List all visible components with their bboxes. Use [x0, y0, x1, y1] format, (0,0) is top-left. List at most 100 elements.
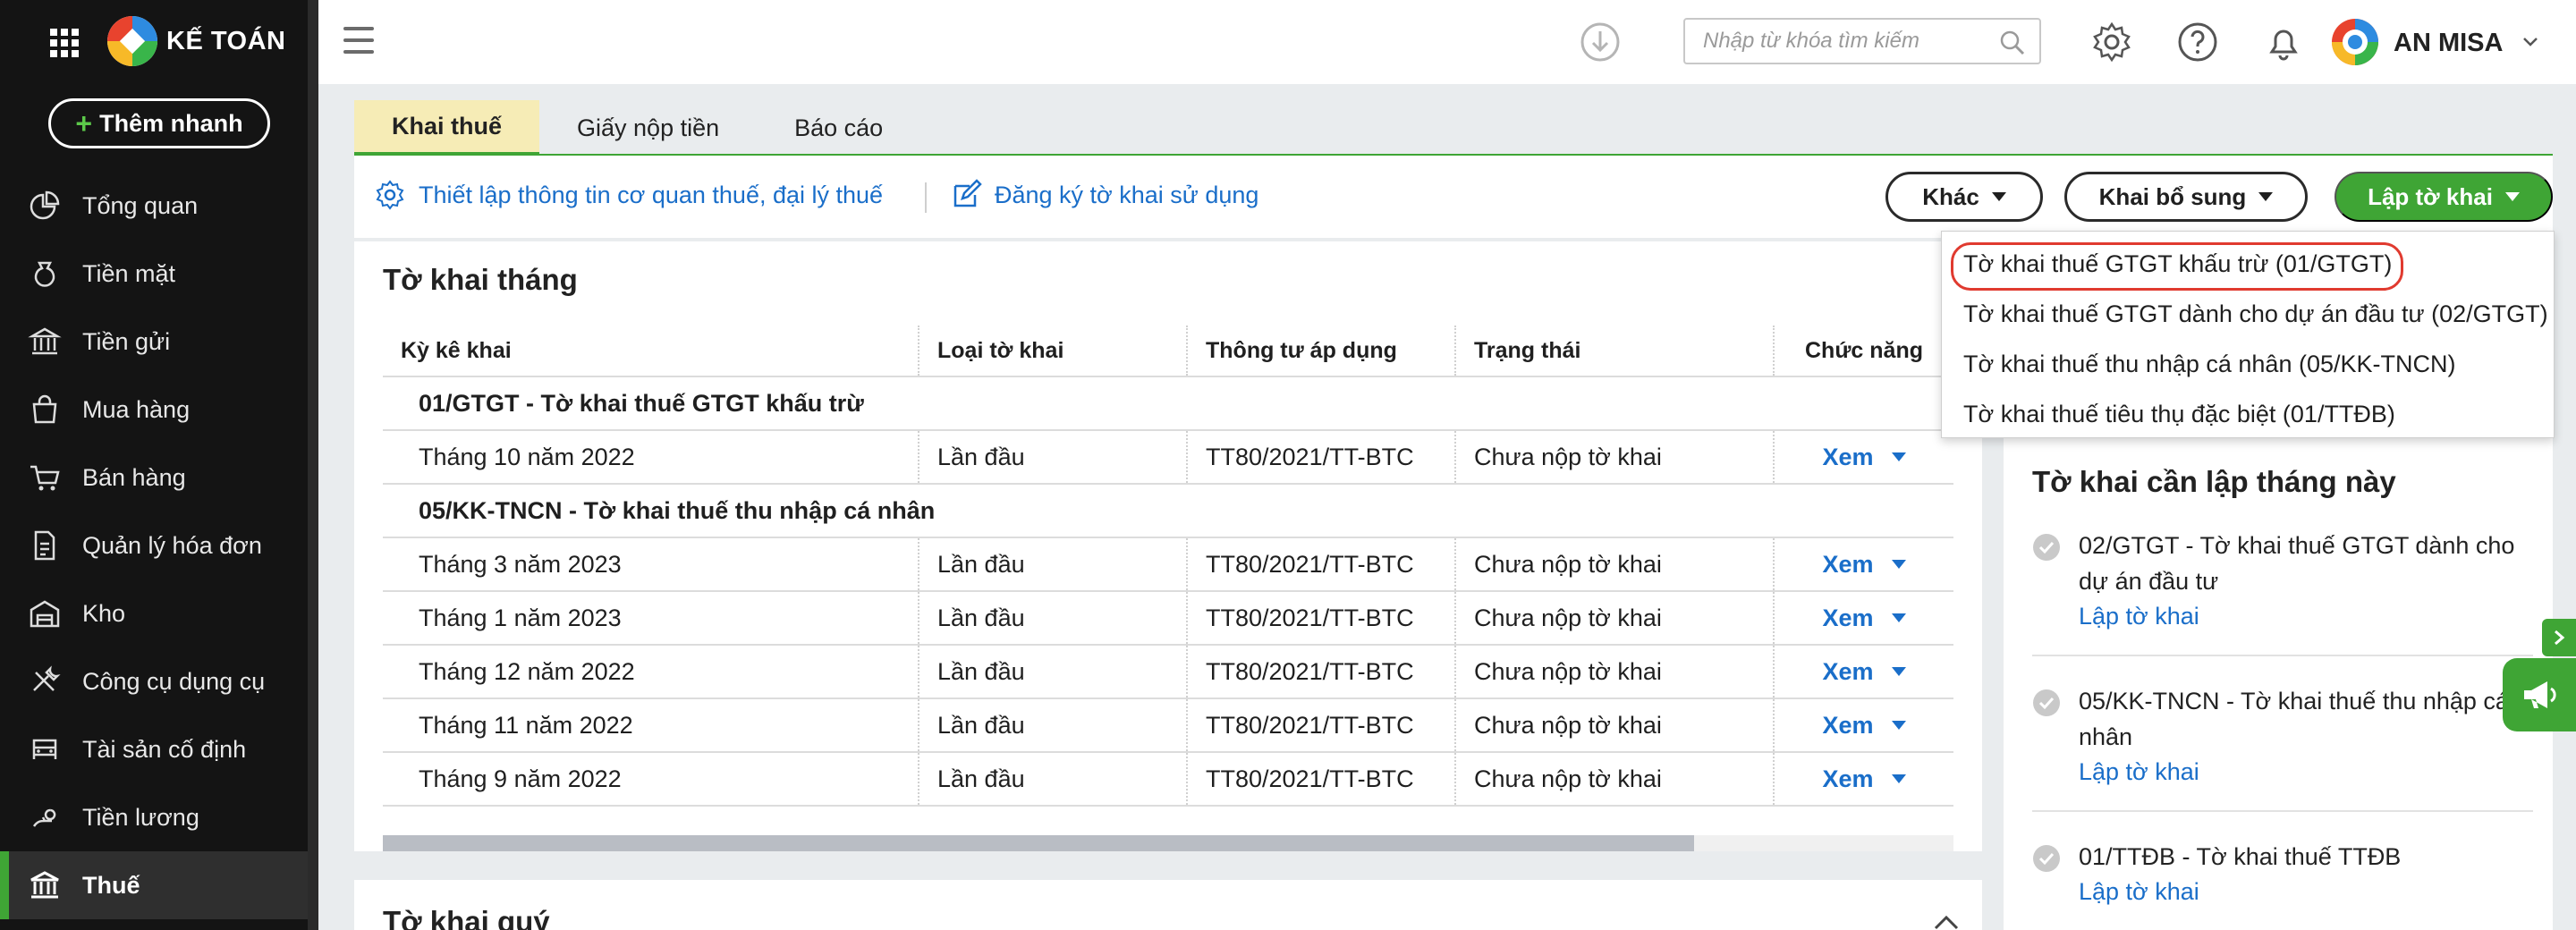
check-circle-icon: [2033, 845, 2060, 872]
period-cell: Tháng 3 năm 2023: [383, 538, 919, 590]
sidebar-item-mua-hang[interactable]: Mua hàng: [0, 376, 308, 444]
sidebar-item-label: Công cụ dụng cụ: [82, 667, 266, 695]
user-name[interactable]: AN MISA: [2394, 29, 2503, 58]
sidebar-item-kho[interactable]: Kho: [0, 579, 308, 647]
todo-item-text: 01/TTĐB - Tờ khai thuế TTĐB: [2079, 843, 2402, 870]
caret-down-icon: [1991, 192, 2006, 201]
car-icon: [32, 739, 57, 759]
type-cell: Lần đầu: [919, 699, 1188, 751]
action-bar: Thiết lập thông tin cơ quan thuế, đại lý…: [354, 156, 2553, 238]
search-input[interactable]: [1685, 20, 1989, 63]
view-action-button[interactable]: Xem: [1822, 551, 1906, 579]
panel-title: Tờ khai quý: [383, 905, 550, 930]
help-icon[interactable]: [2175, 20, 2220, 64]
table-row[interactable]: Tháng 10 năm 2022 Lần đầu TT80/2021/TT-B…: [383, 431, 1953, 485]
caret-down-icon[interactable]: [1891, 452, 1906, 461]
menu-icon[interactable]: [343, 27, 374, 54]
column-header[interactable]: Trạng thái: [1456, 326, 1775, 376]
table-row[interactable]: Tháng 11 năm 2022 Lần đầu TT80/2021/TT-B…: [383, 699, 1953, 753]
quick-add-button[interactable]: + Thêm nhanh: [48, 98, 270, 148]
sidebar-item-cong-cu-dung-cu[interactable]: Công cụ dụng cụ: [0, 647, 308, 715]
period-cell: Tháng 12 năm 2022: [383, 646, 919, 698]
create-declaration-menu: Tờ khai thuế GTGT khấu trừ (01/GTGT) Tờ …: [1941, 231, 2555, 438]
sidebar-item-tai-san-co-dinh[interactable]: Tài sản cố định: [0, 715, 308, 783]
tax-building-icon: [30, 871, 59, 899]
column-header[interactable]: Loại tờ khai: [919, 326, 1188, 376]
group-row[interactable]: 01/GTGT - Tờ khai thuế GTGT khấu trừ: [383, 377, 1953, 431]
view-action-button[interactable]: Xem: [1822, 711, 1906, 740]
bell-icon[interactable]: [2261, 20, 2306, 64]
sidebar-item-label: Bán hàng: [82, 463, 186, 491]
register-declaration-link[interactable]: Đăng ký tờ khai sử dụng: [950, 179, 1258, 211]
feedback-button[interactable]: [2503, 658, 2576, 731]
caret-down-icon[interactable]: [1891, 667, 1906, 676]
menu-item-05-kk-tncn[interactable]: Tờ khai thuế thu nhập cá nhân (05/KK-TNC…: [1942, 339, 2554, 389]
expand-side-tab[interactable]: [2542, 619, 2576, 656]
money-bag-icon: [34, 261, 55, 287]
sidebar-item-tong-quan[interactable]: Tổng quan: [0, 172, 308, 240]
group-row[interactable]: 05/KK-TNCN - Tờ khai thuế thu nhập cá nh…: [383, 485, 1953, 538]
create-declaration-button[interactable]: Lập tờ khai: [2334, 172, 2553, 222]
setup-tax-agency-link[interactable]: Thiết lập thông tin cơ quan thuế, đại lý…: [374, 179, 883, 211]
sidebar-item-quan-ly-hoa-don[interactable]: Quản lý hóa đơn: [0, 512, 308, 579]
other-dropdown-button[interactable]: Khác: [1885, 172, 2043, 222]
circular-cell: TT80/2021/TT-BTC: [1188, 699, 1456, 751]
sidebar-item-tien-mat[interactable]: Tiền mặt: [0, 240, 308, 308]
horizontal-scrollbar[interactable]: [383, 835, 1953, 851]
circular-cell: TT80/2021/TT-BTC: [1188, 538, 1456, 590]
todo-item-text: 02/GTGT - Tờ khai thuế GTGT dành cho dự …: [2079, 532, 2515, 595]
table-row[interactable]: Tháng 1 năm 2023 Lần đầu TT80/2021/TT-BT…: [383, 592, 1953, 646]
tab-khai-thue[interactable]: Khai thuế: [354, 100, 540, 156]
create-declaration-link[interactable]: Lập tờ khai: [2079, 603, 2533, 630]
supplement-dropdown-button[interactable]: Khai bổ sung: [2064, 172, 2308, 222]
create-declaration-link[interactable]: Lập tờ khai: [2079, 878, 2533, 906]
plus-icon: +: [75, 107, 93, 140]
sidebar-item-label: Tài sản cố định: [82, 735, 247, 763]
misa-logo-icon: [107, 16, 157, 66]
column-header[interactable]: Thông tư áp dụng: [1188, 326, 1456, 376]
type-cell: Lần đầu: [919, 592, 1188, 644]
caret-down-icon[interactable]: [1891, 774, 1906, 783]
menu-item-01-gtgt[interactable]: Tờ khai thuế GTGT khấu trừ (01/GTGT): [1942, 239, 2554, 291]
sidebar-item-tien-luong[interactable]: Tiền lương: [0, 783, 308, 851]
table-row[interactable]: Tháng 9 năm 2022 Lần đầu TT80/2021/TT-BT…: [383, 753, 1953, 807]
apps-grid-icon[interactable]: [50, 29, 79, 57]
menu-item-01-ttdb[interactable]: Tờ khai thuế tiêu thụ đặc biệt (01/TTĐB): [1942, 389, 2554, 439]
table-header: Kỳ kê khai Loại tờ khai Thông tư áp dụng…: [383, 326, 1953, 377]
sidebar-item-ban-hang[interactable]: Bán hàng: [0, 444, 308, 512]
caret-down-icon[interactable]: [1891, 721, 1906, 730]
gear-icon[interactable]: [2089, 20, 2134, 64]
tab-bao-cao[interactable]: Báo cáo: [757, 100, 920, 156]
action-cell: Xem: [1775, 538, 1953, 590]
sidebar-item-thue[interactable]: Thuế: [0, 851, 308, 919]
avatar[interactable]: [2331, 18, 2379, 66]
caret-down-icon[interactable]: [1891, 560, 1906, 569]
tab-giay-nop-tien[interactable]: Giấy nộp tiền: [539, 100, 757, 156]
search-icon[interactable]: [1998, 29, 2027, 57]
view-action-button[interactable]: Xem: [1822, 658, 1906, 686]
pie-chart-icon: [30, 190, 60, 220]
status-cell: Chưa nộp tờ khai: [1456, 592, 1775, 644]
column-header[interactable]: Kỳ kê khai: [383, 326, 919, 376]
view-action-button[interactable]: Xem: [1822, 765, 1906, 793]
action-cell: Xem: [1775, 592, 1953, 644]
download-icon[interactable]: [1578, 20, 1623, 64]
type-cell: Lần đầu: [919, 646, 1188, 698]
create-declaration-link[interactable]: Lập tờ khai: [2079, 758, 2533, 786]
chevron-up-icon[interactable]: [1930, 912, 1962, 930]
menu-item-02-gtgt[interactable]: Tờ khai thuế GTGT dành cho dự án đầu tư …: [1942, 289, 2554, 339]
sidebar-item-tien-gui[interactable]: Tiền gửi: [0, 308, 308, 376]
chevron-down-icon[interactable]: [2519, 30, 2542, 54]
view-label: Xem: [1822, 711, 1874, 739]
action-cell: Xem: [1775, 699, 1953, 751]
check-circle-icon: [2033, 534, 2060, 561]
sidebar-scrollbar[interactable]: [308, 0, 318, 930]
table-row[interactable]: Tháng 3 năm 2023 Lần đầu TT80/2021/TT-BT…: [383, 538, 1953, 592]
view-action-button[interactable]: Xem: [1822, 604, 1906, 632]
topbar: AN MISA: [318, 0, 2576, 84]
caret-down-icon[interactable]: [1891, 613, 1906, 622]
table-row[interactable]: Tháng 12 năm 2022 Lần đầu TT80/2021/TT-B…: [383, 646, 1953, 699]
view-action-button[interactable]: Xem: [1822, 444, 1906, 471]
period-cell: Tháng 11 năm 2022: [383, 699, 919, 751]
scrollbar-thumb[interactable]: [383, 835, 1694, 851]
